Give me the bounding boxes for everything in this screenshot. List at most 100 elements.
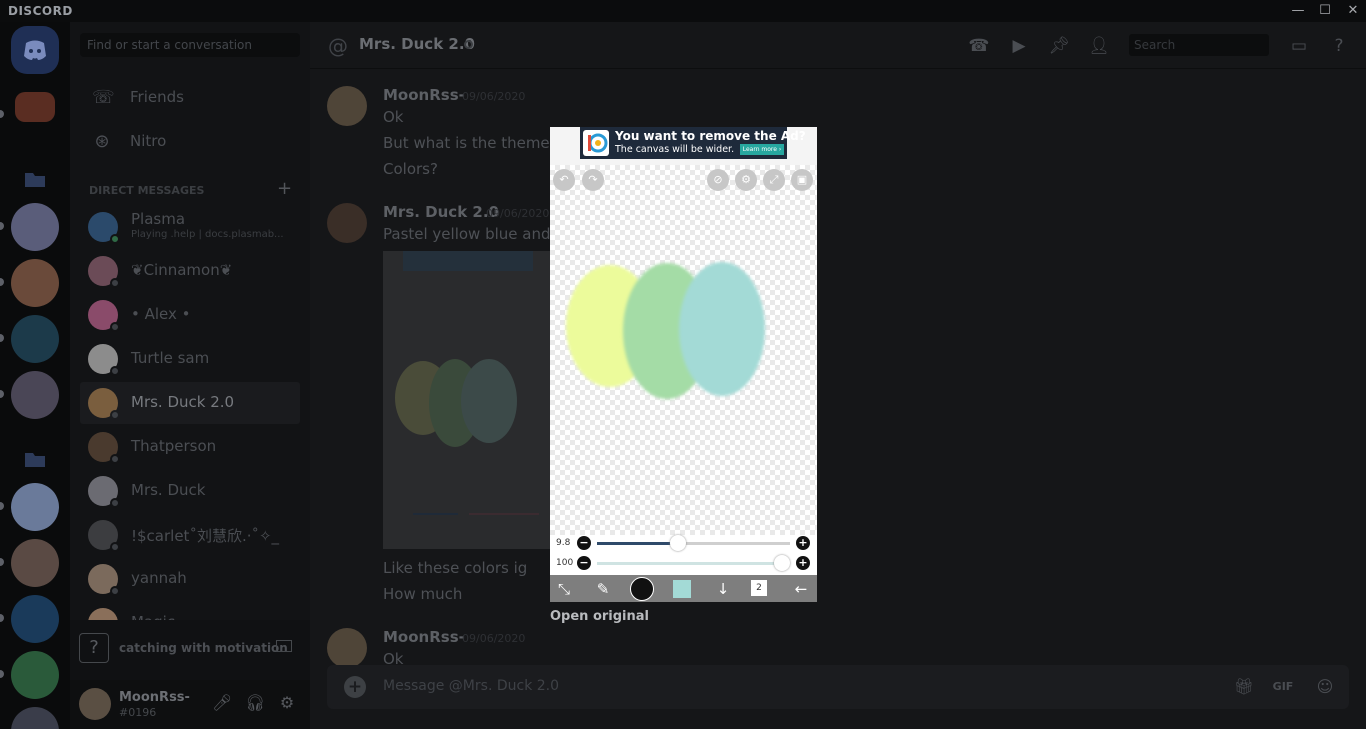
dm-item[interactable]: Plasma Playing .help | docs.plasmab...: [80, 206, 300, 248]
transform-icon[interactable]: ⤡: [553, 578, 575, 600]
create-dm-button[interactable]: +: [277, 178, 292, 199]
timestamp: 09/06/2020: [462, 90, 526, 103]
server-icon-8[interactable]: [11, 595, 59, 643]
author-avatar[interactable]: [327, 203, 367, 243]
server-icon-6[interactable]: [11, 483, 59, 531]
author-name[interactable]: Mrs. Duck 2.0: [383, 203, 499, 221]
size-decrease-button[interactable]: −: [577, 536, 591, 550]
voice-call-icon[interactable]: ☎: [968, 35, 990, 57]
find-conversation-search[interactable]: Find or start a conversation: [80, 33, 300, 57]
dm-name: • Alex •: [131, 305, 191, 323]
server-icon-5[interactable]: [11, 371, 59, 419]
dm-item[interactable]: • Alex •: [80, 294, 300, 336]
author-name[interactable]: MoonRss-: [383, 86, 465, 104]
opacity-fill: [597, 562, 790, 565]
author-name[interactable]: MoonRss-: [383, 628, 465, 646]
opacity-slider[interactable]: [597, 555, 790, 571]
dm-activity: Playing .help | docs.plasmab...: [131, 229, 284, 240]
back-arrow-icon[interactable]: ←: [790, 578, 812, 600]
gift-icon[interactable]: 🎁︎: [1230, 676, 1258, 698]
author-avatar[interactable]: [327, 86, 367, 126]
status-indicator: [110, 498, 120, 508]
server-icon-4[interactable]: [11, 315, 59, 363]
maximize-button[interactable]: ☐: [1315, 2, 1335, 20]
upload-plus-button[interactable]: +: [344, 676, 366, 698]
nav-nitro[interactable]: ⊛ Nitro: [80, 122, 300, 162]
opacity-increase-button[interactable]: +: [796, 556, 810, 570]
drawing-toolbar: ⤡ ✎ ↓ 2 ←: [550, 575, 817, 602]
dm-name: ❦Cinnamon❦: [131, 261, 233, 279]
dm-item[interactable]: ❦Cinnamon❦: [80, 250, 300, 292]
folder-icon[interactable]: [11, 435, 59, 483]
minimize-button[interactable]: —: [1288, 2, 1308, 20]
dm-item[interactable]: yannah: [80, 558, 300, 600]
opacity-decrease-button[interactable]: −: [577, 556, 591, 570]
dm-item[interactable]: Turtle sam: [80, 338, 300, 380]
screen-share-icon[interactable]: [276, 640, 292, 652]
color-swatch[interactable]: [673, 580, 691, 598]
ad-box[interactable]: You want to remove the Ad? The canvas wi…: [580, 127, 806, 159]
ad-learn-more-button[interactable]: Learn more ›: [740, 144, 784, 155]
unread-indicator: [0, 670, 4, 678]
emoji-icon[interactable]: ☺: [1312, 676, 1338, 698]
headphones-icon[interactable]: 🎧︎: [245, 693, 265, 713]
activity-panel: ? catching with motivation: [70, 620, 310, 680]
microphone-icon[interactable]: 🎤︎: [212, 693, 232, 713]
image-viewer[interactable]: You want to remove the Ad? The canvas wi…: [550, 127, 817, 602]
user-panel: MoonRss- #0196 🎤︎ 🎧︎ ⚙: [70, 680, 310, 729]
message-input[interactable]: Message @Mrs. Duck 2.0: [383, 678, 559, 694]
opacity-value: 100: [556, 558, 574, 568]
status-indicator: [110, 410, 120, 420]
brush-icon[interactable]: ✎: [592, 578, 614, 600]
opacity-knob[interactable]: [774, 555, 790, 571]
message-text: Ok: [383, 108, 404, 126]
brush-size-slider[interactable]: [597, 535, 790, 551]
server-icon-7[interactable]: [11, 539, 59, 587]
unread-indicator: [0, 278, 4, 286]
ibis-logo-icon: [583, 130, 609, 156]
chat-header: @ Mrs. Duck 2.0 ☎ ▶ 📌︎ 👤︎ Search ▭ ?: [310, 22, 1366, 69]
user-avatar[interactable]: [79, 688, 111, 720]
folder-icon[interactable]: [11, 155, 59, 203]
dm-item[interactable]: Thatperson: [80, 426, 300, 468]
message-text: How much: [383, 585, 463, 603]
message-text: But what is the theme?: [383, 134, 558, 152]
attachment-thumbnail[interactable]: [383, 251, 550, 549]
nav-friends[interactable]: ☏ Friends: [80, 78, 300, 118]
server-icon-2[interactable]: [11, 203, 59, 251]
open-original-link[interactable]: Open original: [550, 609, 649, 624]
server-icon-10[interactable]: [11, 707, 59, 729]
brush-preview-icon[interactable]: [630, 577, 654, 601]
nav-nitro-label: Nitro: [130, 132, 167, 150]
add-friend-icon[interactable]: 👤︎: [1088, 35, 1110, 57]
settings-gear-icon[interactable]: ⚙: [277, 693, 297, 713]
author-avatar[interactable]: [327, 628, 367, 668]
brush-size-knob[interactable]: [670, 535, 687, 551]
paint-blobs: [566, 262, 765, 399]
dm-item-selected[interactable]: Mrs. Duck 2.0: [80, 382, 300, 424]
thumb-drawing: [395, 359, 539, 515]
server-icon-3[interactable]: [11, 259, 59, 307]
server-icon-1[interactable]: [15, 92, 55, 122]
drawing-canvas[interactable]: ↶ ↷ ⊘ ⚙ ⤢ ▣: [550, 165, 817, 535]
unread-indicator: [0, 222, 4, 230]
dm-item[interactable]: Mrs. Duck: [80, 470, 300, 512]
unread-indicator: [0, 110, 4, 118]
dm-name: yannah: [131, 569, 187, 587]
download-arrow-icon[interactable]: ↓: [712, 578, 734, 600]
size-increase-button[interactable]: +: [796, 536, 810, 550]
close-button[interactable]: ✕: [1343, 2, 1363, 20]
dm-name: Turtle sam: [131, 349, 210, 367]
home-discord-icon[interactable]: [11, 26, 59, 74]
dm-item[interactable]: !$carlet˚刘慧欣.·˚✧_: [80, 514, 300, 556]
gif-button[interactable]: GIF: [1270, 676, 1296, 698]
chat-search[interactable]: Search: [1129, 34, 1269, 56]
help-icon[interactable]: ?: [1328, 35, 1350, 57]
pin-icon[interactable]: 📌︎: [1048, 35, 1070, 57]
message-composer[interactable]: + Message @Mrs. Duck 2.0 🎁︎ GIF ☺: [327, 665, 1349, 709]
inbox-icon[interactable]: ▭: [1288, 35, 1310, 57]
video-call-icon[interactable]: ▶: [1008, 35, 1030, 57]
unread-indicator: [0, 558, 4, 566]
server-icon-9[interactable]: [11, 651, 59, 699]
layers-icon[interactable]: 2: [751, 580, 767, 596]
